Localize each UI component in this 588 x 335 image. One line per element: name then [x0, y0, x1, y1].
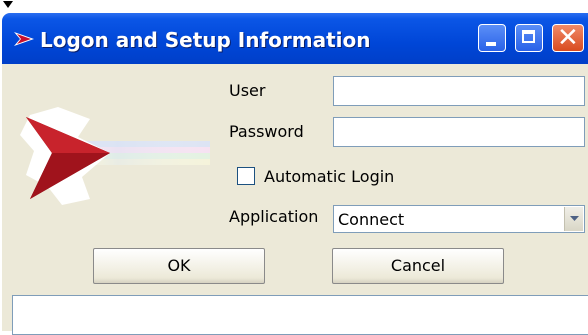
- close-button[interactable]: ✕: [552, 23, 584, 53]
- minimize-button[interactable]: [478, 24, 506, 52]
- status-panel: [12, 295, 588, 335]
- arrow-logo-icon: [20, 107, 210, 205]
- maximize-icon: [522, 30, 535, 43]
- password-label: Password: [229, 122, 304, 141]
- title-bar[interactable]: Logon and Setup Information ✕: [2, 13, 588, 64]
- ok-button[interactable]: OK: [93, 248, 265, 284]
- application-select-value: Connect: [338, 210, 405, 229]
- corner-triangle-icon: [3, 1, 13, 8]
- close-icon: ✕: [557, 23, 579, 53]
- window-title: Logon and Setup Information: [40, 28, 371, 52]
- arrow-logo-icon: [14, 32, 34, 46]
- application-label: Application: [229, 207, 319, 226]
- minimize-icon: [486, 42, 496, 46]
- user-input[interactable]: [333, 76, 585, 106]
- dialog-body: User Password Automatic Login Applicatio…: [2, 64, 588, 335]
- automatic-login-label[interactable]: Automatic Login: [264, 167, 394, 186]
- chevron-down-icon: [570, 216, 579, 221]
- user-label: User: [229, 81, 266, 100]
- maximize-button[interactable]: [515, 24, 543, 52]
- automatic-login-checkbox[interactable]: [237, 167, 255, 185]
- cancel-button[interactable]: Cancel: [332, 248, 504, 284]
- dropdown-button[interactable]: [564, 207, 583, 231]
- application-select[interactable]: Connect: [333, 205, 585, 233]
- password-input[interactable]: [333, 117, 585, 147]
